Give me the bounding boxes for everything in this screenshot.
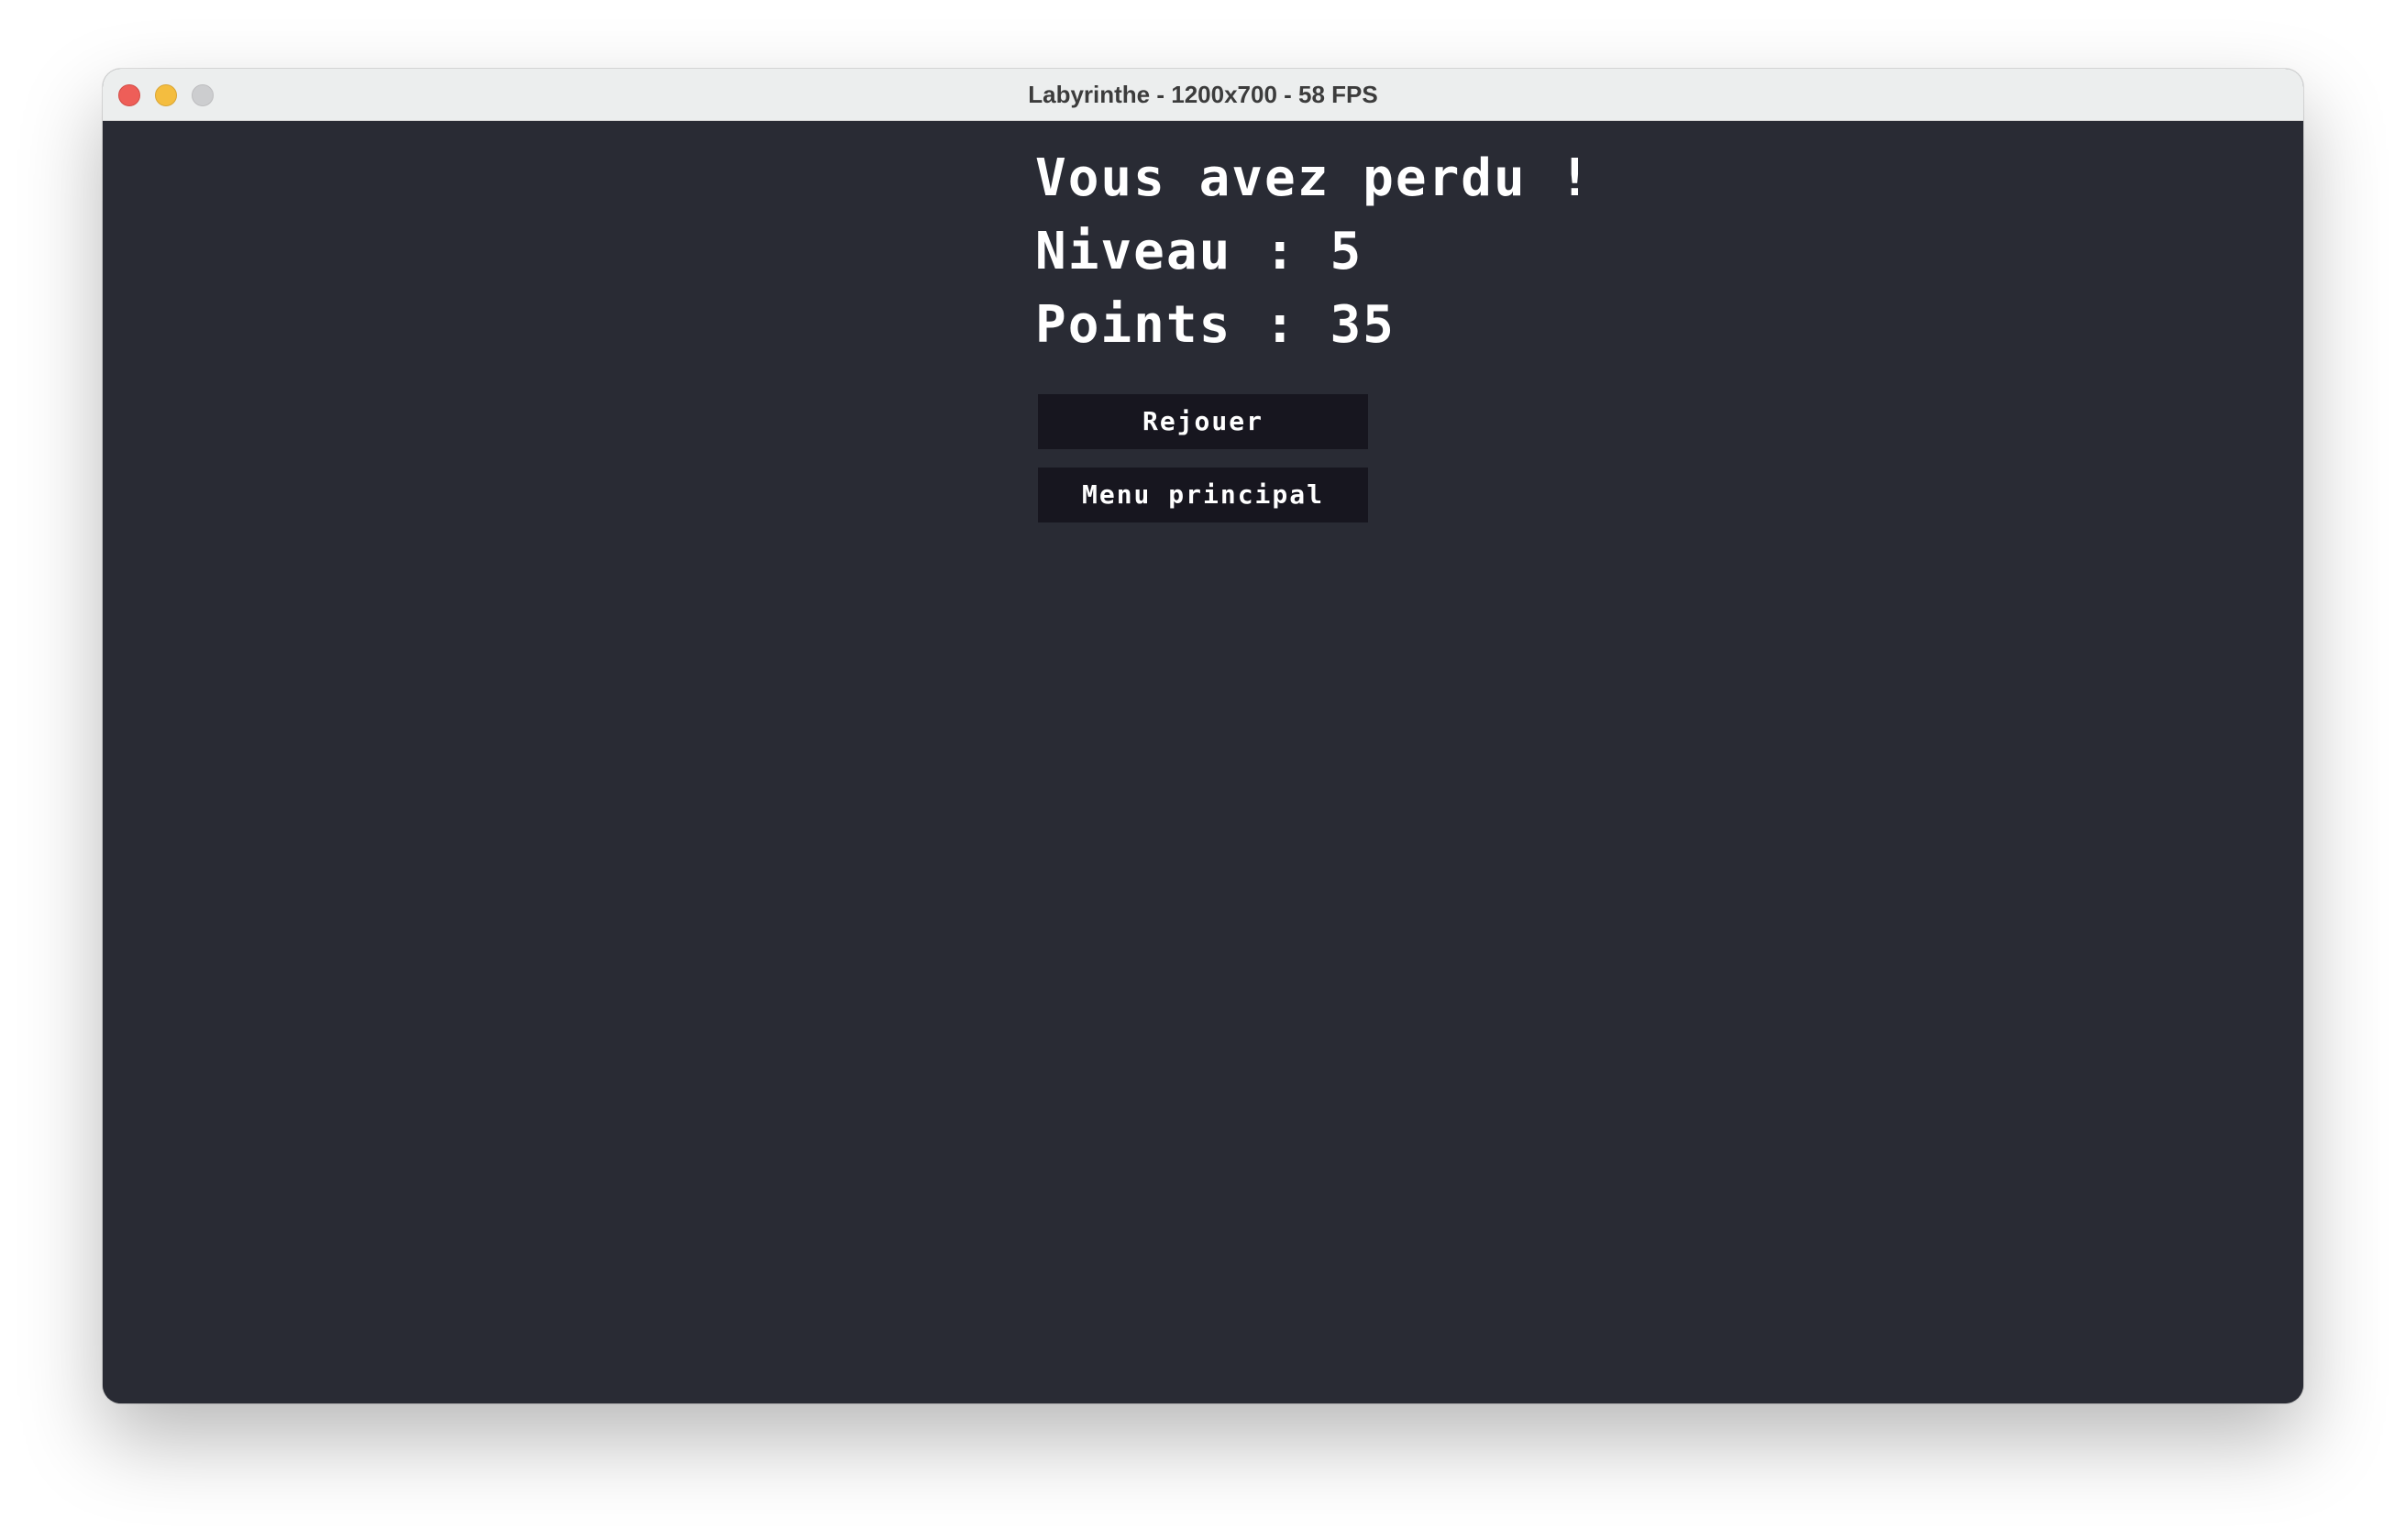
window-title: Labyrinthe - 1200x700 - 58 FPS [1028, 81, 1378, 108]
game-over-headline: Vous avez perdu ! [1035, 148, 1593, 208]
game-canvas: Vous avez perdu ! Niveau : 5 Points : 35… [103, 121, 2303, 1403]
points-separator: : [1231, 295, 1330, 355]
points-label: Points [1035, 295, 1232, 355]
level-separator: : [1231, 222, 1330, 281]
level-display: Niveau : 5 [1035, 222, 1363, 281]
game-window: Labyrinthe - 1200x700 - 58 FPS Vous avez… [103, 69, 2303, 1403]
main-menu-button[interactable]: Menu principal [1038, 468, 1368, 522]
replay-button[interactable]: Rejouer [1038, 394, 1368, 449]
points-display: Points : 35 [1035, 295, 1396, 355]
title-bar[interactable]: Labyrinthe - 1200x700 - 58 FPS [103, 69, 2303, 121]
level-label: Niveau [1035, 222, 1232, 281]
replay-button-label: Rejouer [1142, 406, 1264, 436]
level-value: 5 [1330, 222, 1363, 281]
points-value: 35 [1330, 295, 1396, 355]
main-menu-button-label: Menu principal [1081, 479, 1324, 510]
